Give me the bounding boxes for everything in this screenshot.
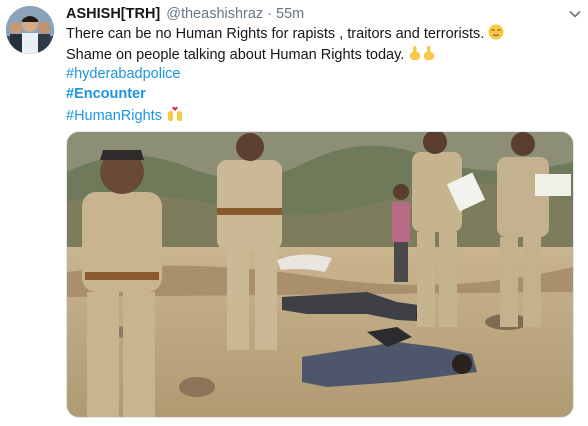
hashtag-humanrights[interactable]: #HumanRights (66, 108, 162, 124)
tweet-text-1: There can be no Human Rights for rapists… (66, 26, 485, 42)
separator-dot: · (267, 6, 273, 22)
author-name[interactable]: ASHISH[TRH] (66, 4, 160, 24)
hashtag-encounter[interactable]: #Encounter (66, 86, 146, 102)
tweet[interactable]: ASHISH[TRH] @theashishraz · 55m There ca… (0, 0, 588, 426)
raised-finger-emoji (410, 45, 421, 60)
tweet-time[interactable]: 55m (276, 4, 304, 24)
hashtag-line-1: #hyderabadpolice (66, 65, 581, 85)
hashtag-hyderabadpolice[interactable]: #hyderabadpolice (66, 66, 180, 82)
hearts-raised-hands-emoji (167, 106, 182, 121)
tweet-text-2: Shame on people talking about Human Righ… (66, 46, 405, 63)
tweet-photo-image (67, 132, 573, 417)
avatar-photo (6, 6, 54, 54)
avatar[interactable] (6, 6, 54, 54)
hashtag-line-3: #HumanRights (66, 104, 581, 127)
tweet-text-line-1: There can be no Human Rights for rapists… (66, 24, 581, 45)
tweet-body: ASHISH[TRH] @theashishraz · 55m There ca… (66, 4, 581, 127)
author-handle[interactable]: @theashishraz (166, 4, 263, 24)
chevron-down-icon[interactable] (569, 8, 581, 20)
raised-finger-emoji (424, 45, 435, 60)
tweet-header: ASHISH[TRH] @theashishraz · 55m (66, 4, 581, 24)
relieved-face-emoji (488, 24, 504, 40)
hashtag-line-2: #Encounter (66, 85, 581, 105)
tweet-photo[interactable] (66, 131, 574, 418)
tweet-text-line-2: Shame on people talking about Human Righ… (66, 45, 581, 66)
